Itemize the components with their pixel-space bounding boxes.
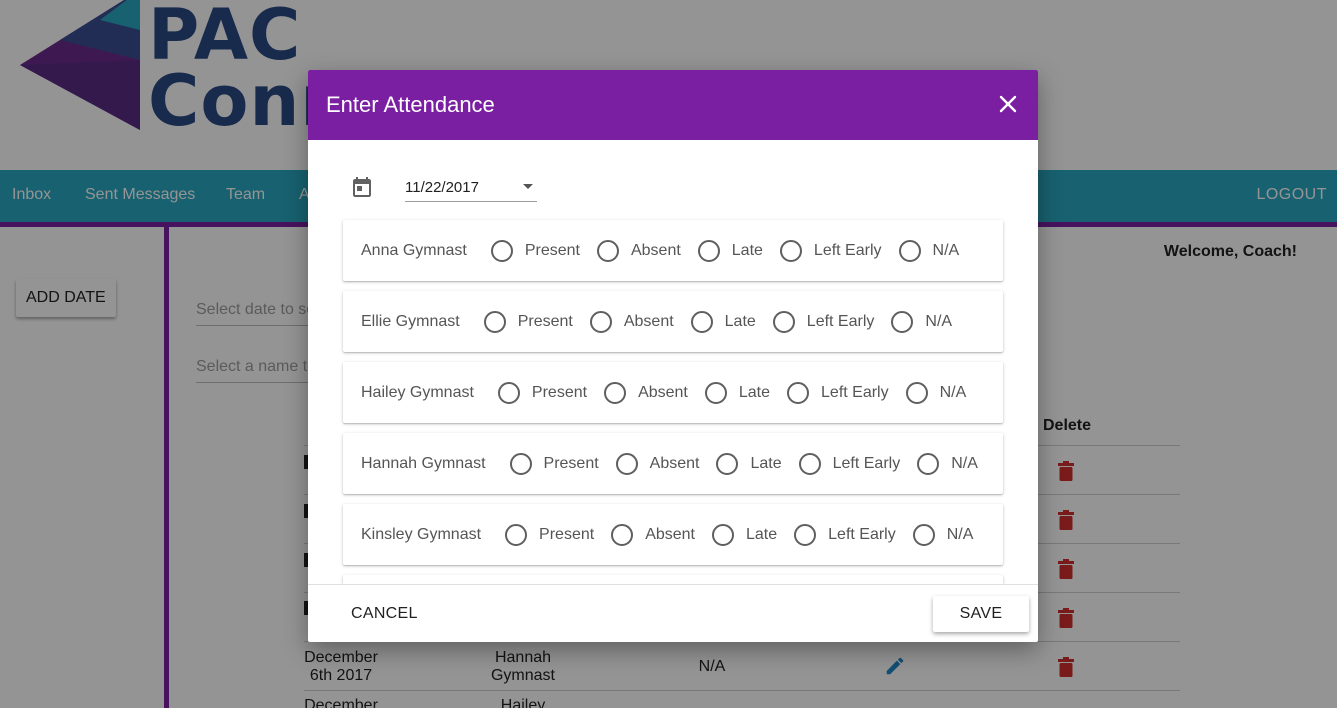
radio-button[interactable] [712, 523, 734, 546]
radio-button[interactable] [716, 452, 739, 475]
radio-button[interactable] [611, 523, 634, 546]
attendance-card: Kinsley Gymnast Present Absent Late Left Ear… [343, 504, 1003, 565]
cancel-button[interactable]: CANCEL [336, 596, 433, 632]
save-button[interactable]: SAVE [933, 596, 1029, 632]
attendance-option[interactable]: Late [716, 452, 782, 475]
option-label: Present [531, 383, 588, 401]
option-label: Present [524, 241, 580, 259]
attendance-card: Hailey Gymnast Present Absent Late Left Earl… [343, 362, 1003, 423]
radio-button[interactable] [905, 381, 928, 404]
attendance-option[interactable]: Late [712, 523, 778, 546]
option-label: Present [543, 454, 599, 472]
gymnast-name: Hannah Gymnast [361, 454, 486, 472]
attendance-option[interactable]: Present [483, 310, 573, 333]
radio-button[interactable] [509, 452, 532, 475]
option-label: Left Early [828, 525, 896, 543]
option-label: Late [746, 525, 778, 543]
attendance-option[interactable]: N/A [917, 452, 978, 475]
attendance-option[interactable]: Absent [589, 310, 674, 333]
option-label: Late [731, 241, 763, 259]
gymnast-list[interactable]: Anna Gymnast Present Absent Late Left Early N… [308, 210, 1038, 584]
radio-button[interactable] [589, 310, 612, 333]
dialog-title: Enter Attendance [326, 92, 495, 117]
radio-button[interactable] [787, 381, 810, 404]
attendance-option[interactable]: Absent [611, 523, 695, 546]
option-label: N/A [932, 241, 960, 259]
option-label: Late [738, 383, 771, 401]
attendance-option[interactable]: N/A [898, 239, 960, 262]
option-label: Absent [638, 383, 688, 401]
attendance-dialog: Enter Attendance 11/22/2017 Anna Gymnast… [308, 70, 1038, 642]
attendance-option[interactable]: N/A [912, 523, 974, 546]
attendance-option[interactable]: Present [505, 523, 595, 546]
gymnast-name: Hailey Gymnast [361, 383, 474, 401]
radio-button[interactable] [917, 452, 940, 475]
attendance-option[interactable]: Left Early [794, 523, 896, 546]
attendance-option[interactable]: Late [704, 381, 771, 404]
date-value: 11/22/2017 [405, 179, 479, 196]
radio-button[interactable] [505, 523, 528, 546]
option-label: Left Early [821, 383, 889, 401]
attendance-option[interactable]: Absent [604, 381, 688, 404]
radio-button[interactable] [604, 381, 627, 404]
radio-button[interactable] [779, 239, 802, 262]
attendance-card: Ellie Gymnast Present Absent Late Left Early… [343, 291, 1003, 352]
option-label: Late [750, 454, 782, 472]
radio-button[interactable] [697, 239, 720, 262]
option-label: Absent [630, 241, 681, 259]
attendance-option[interactable]: Absent [615, 452, 700, 475]
radio-button[interactable] [898, 239, 921, 262]
attendance-option[interactable]: Left Early [798, 452, 901, 475]
radio-button[interactable] [704, 381, 727, 404]
option-label: Left Early [832, 454, 901, 472]
attendance-option[interactable]: N/A [905, 381, 967, 404]
dropdown-caret-icon[interactable] [523, 184, 533, 189]
close-icon[interactable] [996, 92, 1020, 116]
radio-button[interactable] [690, 310, 713, 333]
date-field[interactable]: 11/22/2017 [405, 174, 537, 202]
radio-button[interactable] [794, 523, 817, 546]
calendar-icon[interactable] [350, 175, 374, 199]
attendance-option[interactable]: Late [690, 310, 756, 333]
option-label: N/A [951, 454, 978, 472]
option-label: Present [539, 525, 595, 543]
option-label: Absent [649, 454, 700, 472]
option-label: Late [724, 312, 756, 330]
attendance-option[interactable]: Present [497, 381, 588, 404]
option-label: Present [517, 312, 573, 330]
option-label: Left Early [813, 241, 882, 259]
gymnast-name: Anna Gymnast [361, 241, 467, 259]
attendance-option[interactable]: N/A [891, 310, 953, 333]
attendance-option[interactable]: Absent [596, 239, 681, 262]
option-label: Left Early [806, 312, 875, 330]
attendance-card-partial [343, 575, 1003, 584]
dialog-header: Enter Attendance [308, 70, 1038, 140]
option-label: Absent [623, 312, 674, 330]
option-label: Absent [645, 525, 695, 543]
dialog-footer-divider [308, 584, 1038, 585]
attendance-option[interactable]: Left Early [772, 310, 875, 333]
radio-button[interactable] [798, 452, 821, 475]
attendance-card: Anna Gymnast Present Absent Late Left Early N… [343, 220, 1003, 281]
attendance-card: Hannah Gymnast Present Absent Late Left Earl… [343, 433, 1003, 494]
radio-button[interactable] [615, 452, 638, 475]
gymnast-name: Kinsley Gymnast [361, 525, 482, 543]
radio-button[interactable] [490, 239, 513, 262]
radio-button[interactable] [596, 239, 619, 262]
option-label: N/A [939, 383, 967, 401]
option-label: N/A [946, 525, 974, 543]
attendance-option[interactable]: Present [490, 239, 580, 262]
attendance-option[interactable]: Present [509, 452, 599, 475]
attendance-option[interactable]: Left Early [779, 239, 882, 262]
date-picker[interactable]: 11/22/2017 [350, 174, 550, 208]
radio-button[interactable] [912, 523, 935, 546]
radio-button[interactable] [772, 310, 795, 333]
attendance-option[interactable]: Left Early [787, 381, 889, 404]
radio-button[interactable] [891, 310, 914, 333]
attendance-option[interactable]: Late [697, 239, 763, 262]
radio-button[interactable] [497, 381, 520, 404]
option-label: N/A [925, 312, 953, 330]
radio-button[interactable] [483, 310, 506, 333]
gymnast-name: Ellie Gymnast [361, 312, 460, 330]
